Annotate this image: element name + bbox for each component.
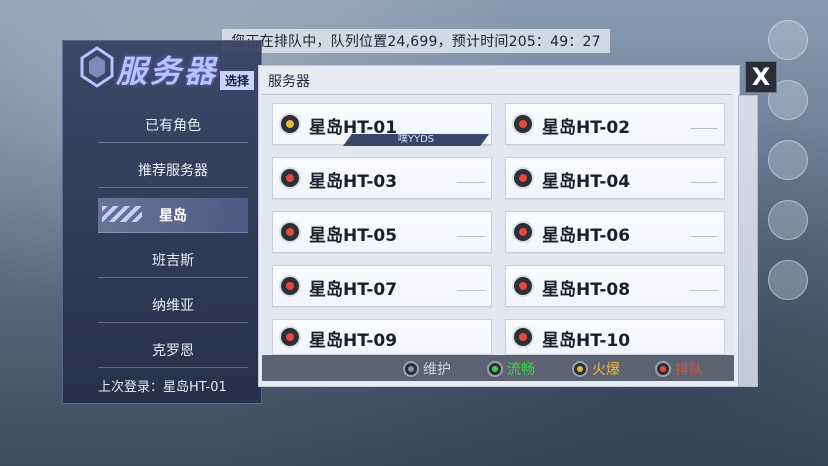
nav-item-label: 班吉斯 xyxy=(152,253,194,269)
server-name: 星岛HT-08 xyxy=(542,280,631,300)
legend-smooth: 流畅 xyxy=(489,359,535,379)
card-decoration xyxy=(690,290,718,299)
active-stripes-icon xyxy=(102,206,142,222)
nav-item-label: 推荐服务器 xyxy=(138,163,208,179)
nav-item-label: 已有角色 xyxy=(145,118,201,134)
server-card-ht03[interactable]: 星岛HT-03 xyxy=(272,157,492,199)
red-status-dot-icon xyxy=(514,169,532,187)
server-card-ht06[interactable]: 星岛HT-06 xyxy=(505,211,725,253)
nav-item-recommended[interactable]: 推荐服务器 xyxy=(98,153,248,188)
legend-busy: 火爆 xyxy=(574,359,620,379)
server-card-ht10[interactable]: 星岛HT-10 xyxy=(505,319,725,355)
green-status-dot-icon xyxy=(489,363,501,375)
server-tag: 噗YYDS xyxy=(343,134,489,146)
nav-item-xingdao[interactable]: 星岛 xyxy=(98,198,248,233)
card-decoration xyxy=(690,128,718,137)
side-button-5[interactable] xyxy=(768,260,808,300)
red-status-dot-icon xyxy=(281,277,299,295)
server-name: 星岛HT-06 xyxy=(542,226,631,246)
card-decoration xyxy=(457,290,485,299)
red-status-dot-icon xyxy=(281,328,299,346)
server-name: 星岛HT-10 xyxy=(542,331,631,351)
server-name: 星岛HT-04 xyxy=(542,172,631,192)
red-status-dot-icon xyxy=(514,115,532,133)
nav-item-label: 纳维亚 xyxy=(152,298,194,314)
card-decoration xyxy=(690,182,718,191)
red-status-dot-icon xyxy=(514,277,532,295)
legend-label: 排队 xyxy=(675,362,703,378)
legend-queue: 排队 xyxy=(657,359,703,379)
server-card-ht08[interactable]: 星岛HT-08 xyxy=(505,265,725,307)
side-button-4[interactable] xyxy=(768,200,808,240)
nav-item-banjisi[interactable]: 班吉斯 xyxy=(98,243,248,278)
queue-status-bar: 您正在排队中，队列位置24,699，预计时间205：49：27 xyxy=(222,29,610,53)
panel-side-decoration xyxy=(738,95,758,387)
card-decoration xyxy=(457,182,485,191)
red-status-dot-icon xyxy=(281,169,299,187)
nav-item-keluoen[interactable]: 克罗恩 xyxy=(98,333,248,368)
panel-title-text: 服务器 xyxy=(116,54,218,90)
side-button-3[interactable] xyxy=(768,140,808,180)
legend-label: 火爆 xyxy=(592,362,620,378)
red-status-dot-icon xyxy=(514,328,532,346)
server-name: 星岛HT-07 xyxy=(309,280,398,300)
server-name: 星岛HT-03 xyxy=(309,172,398,192)
nav-item-existing-characters[interactable]: 已有角色 xyxy=(98,108,248,143)
grey-status-dot-icon xyxy=(405,363,417,375)
card-decoration xyxy=(457,236,485,245)
side-button-1[interactable] xyxy=(768,20,808,60)
legend-label: 维护 xyxy=(423,362,451,378)
server-card-ht05[interactable]: 星岛HT-05 xyxy=(272,211,492,253)
server-card-ht04[interactable]: 星岛HT-04 xyxy=(505,157,725,199)
panel-title: 服务器 选择 xyxy=(70,44,255,92)
server-card-ht01[interactable]: 星岛HT-01 噗YYDS xyxy=(272,103,492,146)
close-icon[interactable]: X xyxy=(745,61,777,93)
server-name: 星岛HT-05 xyxy=(309,226,398,246)
server-list-header: 服务器 xyxy=(268,74,310,90)
server-card-ht02[interactable]: 星岛HT-02 xyxy=(505,103,725,145)
nav-item-naweiya[interactable]: 纳维亚 xyxy=(98,288,248,323)
server-name: 星岛HT-09 xyxy=(309,331,398,351)
nav-item-label: 克罗恩 xyxy=(152,343,194,359)
yellow-status-dot-icon xyxy=(574,363,586,375)
server-name: 星岛HT-02 xyxy=(542,118,631,138)
red-status-dot-icon xyxy=(281,223,299,241)
header-divider xyxy=(262,94,732,95)
nav-item-label: 星岛 xyxy=(159,208,187,224)
red-status-dot-icon xyxy=(657,363,669,375)
red-status-dot-icon xyxy=(514,223,532,241)
server-logo-icon xyxy=(80,46,114,88)
last-login-text: 上次登录：星岛HT-01 xyxy=(98,380,227,395)
panel-title-sub: 选择 xyxy=(220,71,255,90)
card-decoration xyxy=(690,236,718,245)
yellow-status-dot-icon xyxy=(281,115,299,133)
server-card-ht09[interactable]: 星岛HT-09 xyxy=(272,319,492,355)
server-card-ht07[interactable]: 星岛HT-07 xyxy=(272,265,492,307)
legend-maintenance: 维护 xyxy=(405,359,451,379)
legend-label: 流畅 xyxy=(507,362,535,378)
